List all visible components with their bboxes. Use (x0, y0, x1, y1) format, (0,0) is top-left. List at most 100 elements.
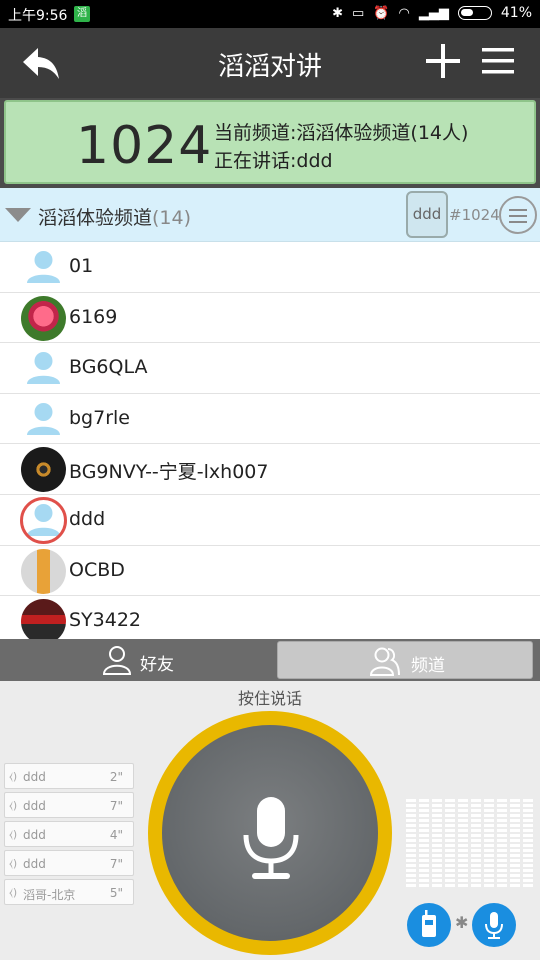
member-name: BG9NVY--宁夏-lxh007 (69, 461, 269, 484)
history-item[interactable]: ⧼) ddd 2" (4, 763, 134, 789)
microphone-icon (243, 797, 299, 879)
bluetooth-icon: ✱ (332, 5, 344, 21)
level-bar (497, 799, 507, 887)
ptt-button-ring[interactable] (148, 711, 392, 955)
app-notification-icon: 滔 (74, 6, 90, 22)
add-icon[interactable] (424, 42, 462, 80)
ptt-hint: 按住说话 (237, 689, 302, 708)
title-bar: 滔滔对讲 (0, 28, 540, 98)
level-bar (510, 799, 520, 887)
level-bar (406, 799, 416, 887)
level-bar (419, 799, 429, 887)
walkie-talkie-button[interactable] (407, 903, 451, 947)
person-icon (21, 397, 66, 442)
signal-icon: ▂▄▆ (418, 5, 449, 21)
bluetooth-link-icon: ✱ (455, 913, 469, 932)
system-icons: ✱ ▭ ⏰ ◠ ▂▄▆ 41% (332, 5, 532, 21)
voice-wave-icon: ⧼) (9, 886, 18, 899)
wifi-icon: ◠ (398, 5, 410, 21)
battery-percent: 41% (500, 5, 532, 21)
list-item[interactable]: bg7rle (0, 394, 540, 445)
voice-wave-icon: ⧼) (9, 828, 18, 841)
tab-friends[interactable]: 好友 (0, 641, 270, 679)
member-name: ddd (69, 507, 106, 530)
history-item[interactable]: ⧼) ddd 7" (4, 792, 134, 818)
channel-number: 1024 (76, 116, 213, 176)
person-icon (21, 346, 66, 391)
audio-level-meter (406, 799, 540, 887)
history-speaker: ddd (23, 770, 46, 784)
member-list: 01 6169 BG6QLA bg7rle BG9NVY--宁夏-lxh007 … (0, 242, 540, 639)
list-item[interactable]: SY3422 (0, 596, 540, 639)
tab-channel[interactable]: 频道 (277, 641, 533, 679)
voice-wave-icon: ⧼) (9, 799, 18, 812)
list-item[interactable]: 01 (0, 242, 540, 293)
bluetooth-mic-button[interactable] (472, 903, 516, 947)
voice-history-list: ⧼) ddd 2" ⧼) ddd 7" ⧼) ddd 4" ⧼) ddd 7" … (4, 763, 134, 908)
list-item[interactable]: OCBD (0, 546, 540, 597)
history-duration: 4" (109, 828, 123, 842)
friends-person-icon (102, 646, 132, 675)
alarm-icon: ⏰ (373, 5, 390, 21)
current-channel-label: 当前频道: (214, 122, 297, 144)
small-microphone-icon (485, 912, 503, 939)
menu-icon[interactable] (480, 46, 516, 76)
group-header[interactable]: 滔滔体验频道(14) ddd #1024 (0, 188, 540, 242)
group-member-count: (14) (152, 207, 192, 229)
member-name: SY3422 (69, 609, 142, 632)
status-time: 上午9:56 (8, 8, 68, 24)
history-item[interactable]: ⧼) ddd 4" (4, 821, 134, 847)
channel-info-container: 1024 当前频道:滔滔体验频道(14人) 正在讲话:ddd (0, 98, 540, 188)
history-item[interactable]: ⧼) ddd 7" (4, 850, 134, 876)
push-to-talk-area: 按住说话 ⧼) ddd 2" ⧼) ddd 7" ⧼) ddd 4" ⧼) dd… (0, 681, 540, 960)
member-name: 01 (69, 255, 94, 277)
current-talker-box: ddd (406, 191, 448, 238)
collapse-triangle-icon[interactable] (5, 208, 31, 222)
vibrate-icon: ▭ (352, 5, 365, 21)
group-menu-icon[interactable] (499, 196, 537, 234)
history-speaker: ddd (23, 828, 46, 842)
member-name: OCBD (69, 558, 125, 581)
current-channel-line: 当前频道:滔滔体验频道(14人) (214, 118, 468, 145)
channel-people-icon (370, 647, 400, 676)
current-channel-value: 滔滔体验频道(14人) (296, 122, 469, 144)
list-item[interactable]: BG9NVY--宁夏-lxh007 (0, 444, 540, 495)
voice-wave-icon: ⧼) (9, 770, 18, 783)
walkie-talkie-icon (422, 910, 436, 937)
level-bar (445, 799, 455, 887)
group-name: 滔滔体验频道(14) (38, 203, 191, 230)
list-item[interactable]: 6169 (0, 293, 540, 344)
bottom-tab-bar: 好友 频道 (0, 639, 540, 681)
bottle-avatar-photo (21, 548, 66, 594)
list-item[interactable]: BG6QLA (0, 343, 540, 394)
history-speaker: ddd (23, 857, 46, 871)
battery-icon (457, 6, 492, 20)
history-duration: 7" (109, 857, 123, 871)
history-duration: 7" (109, 799, 123, 813)
speaking-ring-indicator (20, 496, 67, 544)
member-name: BG6QLA (69, 356, 148, 379)
level-bar (471, 799, 481, 887)
history-speaker: 滔哥-北京 (23, 888, 76, 902)
speaking-line: 正在讲话:ddd (214, 146, 333, 173)
history-duration: 5" (109, 886, 123, 900)
group-channel-id: #1024 (449, 206, 500, 224)
speaking-value: ddd (296, 150, 333, 172)
level-bar (484, 799, 494, 887)
level-bar (458, 799, 468, 887)
tab-friends-label: 好友 (140, 655, 174, 675)
speaking-label: 正在讲话: (214, 150, 297, 172)
person-icon (21, 245, 66, 290)
disc-avatar-photo (21, 447, 66, 493)
list-item[interactable]: ddd (0, 495, 540, 546)
member-name: 6169 (69, 305, 118, 328)
group-name-label: 滔滔体验频道 (38, 207, 153, 229)
history-speaker: ddd (23, 799, 46, 813)
voice-wave-icon: ⧼) (9, 857, 18, 870)
red-avatar-photo (21, 599, 66, 639)
history-item[interactable]: ⧼) 滔哥-北京 5" (4, 879, 134, 905)
level-bar (432, 799, 442, 887)
ptt-button[interactable] (162, 725, 378, 941)
tab-channel-label: 频道 (411, 656, 445, 676)
status-bar: 上午9:56 滔 ✱ ▭ ⏰ ◠ ▂▄▆ 41% (0, 0, 540, 28)
